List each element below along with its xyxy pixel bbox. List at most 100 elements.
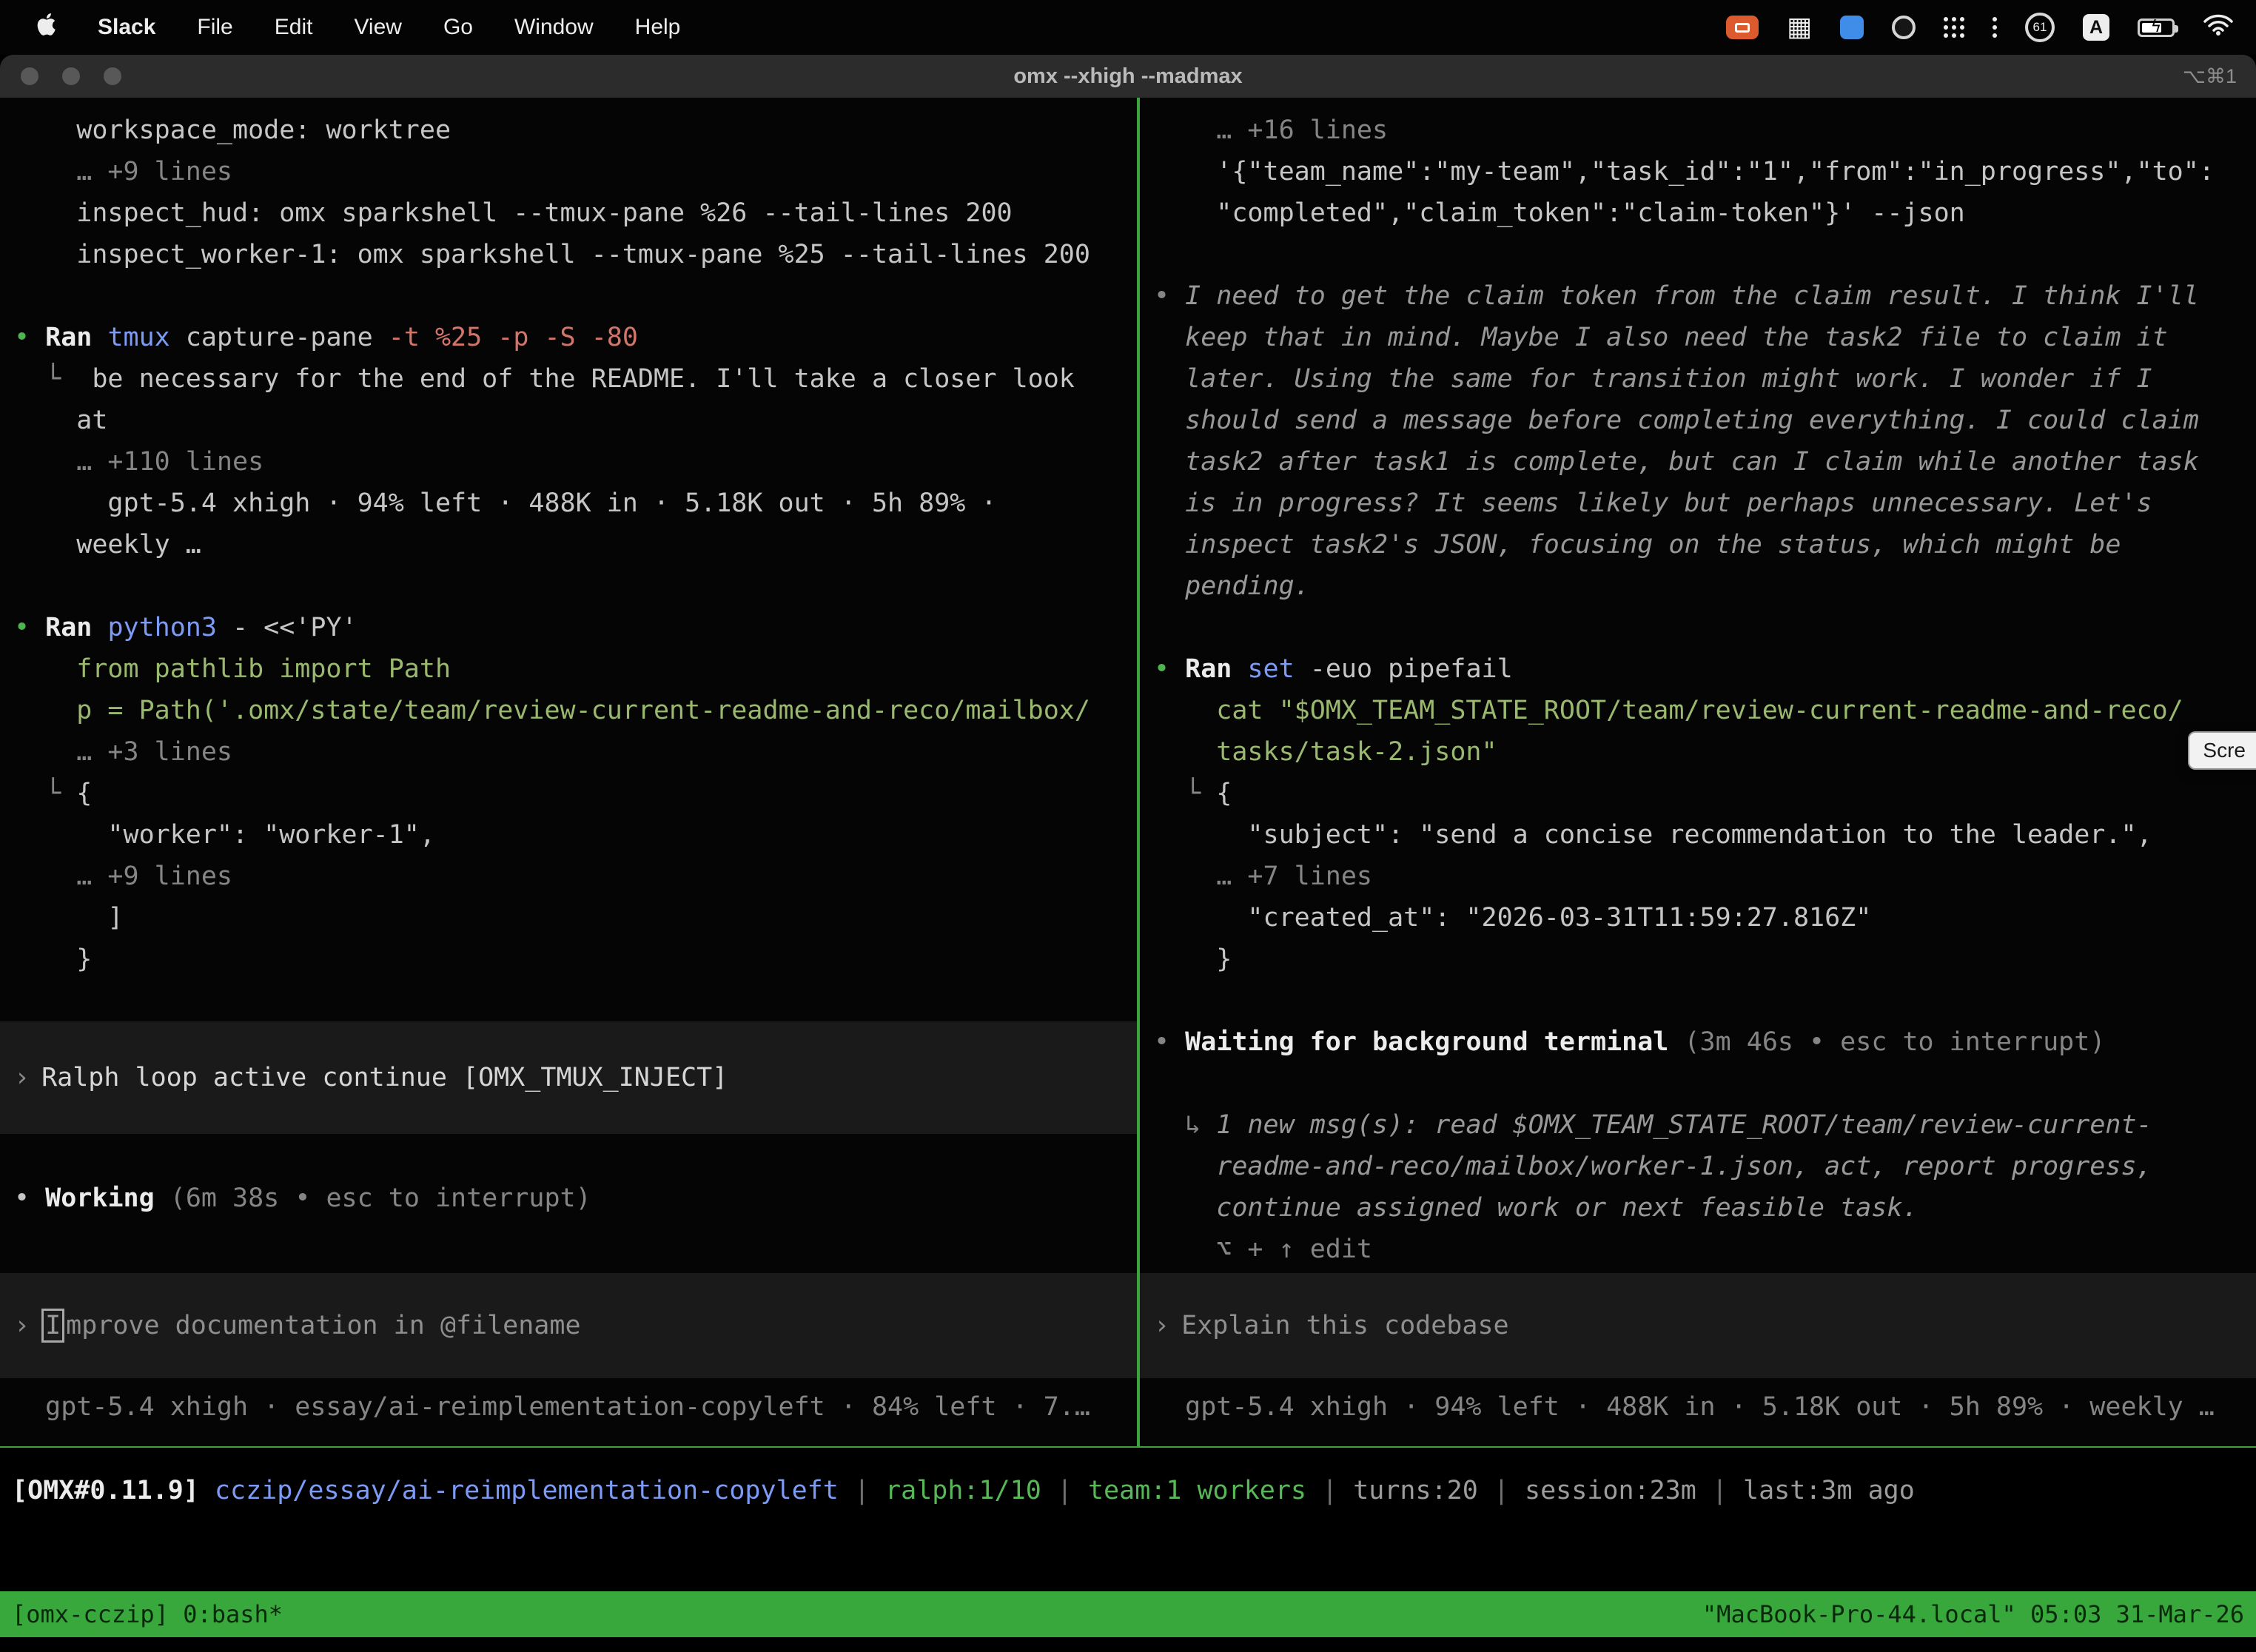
terminal-text-segment: ralph:1/10: [885, 1476, 1041, 1505]
terminal-text-segment: cczip/essay/ai-reimplementation-copyleft: [199, 1476, 839, 1505]
terminal-text-segment: turns:20: [1353, 1476, 1478, 1505]
terminal-line: '{"team_name":"my-team","task_id":"1","f…: [1140, 151, 2256, 192]
terminal-text-segment: cat "$OMX_TEAM_STATE_ROOT/team/review-cu…: [1154, 696, 2183, 725]
menu-edit[interactable]: Edit: [275, 15, 313, 40]
terminal-line: [1140, 1063, 2256, 1104]
terminal-text-segment: }: [1154, 944, 1232, 974]
terminal-text-segment: "subject": "send a concise recommendatio…: [1154, 820, 2152, 850]
terminal-line: [0, 565, 1137, 607]
ring-icon[interactable]: [1892, 16, 1916, 39]
apple-menu-icon[interactable]: [37, 13, 56, 42]
prompt-chevron-icon: ›: [14, 1063, 30, 1092]
menu-window[interactable]: Window: [514, 15, 594, 40]
terminal-line: … +16 lines: [1140, 110, 2256, 151]
menu-go[interactable]: Go: [443, 15, 473, 40]
blue-app-icon[interactable]: [1840, 16, 1864, 39]
terminal-text-segment: should send a message before completing …: [1154, 406, 2199, 435]
screen-overlay-button[interactable]: Scre: [2188, 731, 2256, 770]
terminal-line: inspect_hud: omx sparkshell --tmux-pane …: [0, 192, 1137, 234]
terminal-line: [0, 980, 1137, 1021]
terminal-text-segment: … +7 lines: [1154, 862, 1372, 891]
injected-prompt-text: Ralph loop active continue [OMX_TMUX_INJ…: [41, 1063, 728, 1092]
terminal-line: from pathlib import Path: [0, 648, 1137, 690]
terminal-text-segment: tasks/task-2.json": [1154, 737, 1497, 767]
model-hud-right: gpt-5.4 xhigh · 94% left · 488K in · 5.1…: [1140, 1386, 2256, 1428]
terminal-line: }: [1140, 939, 2256, 980]
battery-gauge-icon[interactable]: 61: [2025, 13, 2055, 42]
terminal-text-segment: -t %25 -p -S -80: [389, 323, 638, 352]
terminal-text-segment: |: [839, 1476, 885, 1505]
tmux-pane-left[interactable]: workspace_mode: worktree … +9 lines insp…: [0, 98, 1137, 1446]
terminal-text-segment: … +9 lines: [14, 862, 232, 891]
prompt-input-left[interactable]: › I mprove documentation in @filename: [0, 1273, 1137, 1378]
terminal-line: later. Using the same for transition mig…: [1140, 358, 2256, 400]
terminal-text-segment: … +110 lines: [14, 447, 263, 477]
terminal-line: • Ran tmux capture-pane -t %25 -p -S -80: [0, 317, 1137, 358]
terminal-text-segment: ]: [14, 903, 124, 933]
terminal-line: • Ran python3 - <<'PY': [0, 607, 1137, 648]
terminal-line: └ be necessary for the end of the README…: [0, 358, 1137, 400]
terminal-text-segment: Ran: [1185, 654, 1247, 684]
menu-bar-status-icons: ▦ 61 A ϟ: [1726, 13, 2256, 42]
terminal-text-segment: (3m 46s • esc to interrupt): [1668, 1027, 2105, 1057]
input-source-icon[interactable]: A: [2083, 14, 2109, 41]
terminal-text-segment: "completed","claim_token":"claim-token"}…: [1154, 198, 1965, 228]
terminal-line: task2 after task1 is complete, but can I…: [1140, 441, 2256, 483]
tmux-terminal: workspace_mode: worktree … +9 lines insp…: [0, 98, 2256, 1446]
prompt-chevron-icon: ›: [1154, 1311, 1169, 1340]
model-hud-left: gpt-5.4 xhigh · essay/ai-reimplementatio…: [0, 1386, 1137, 1428]
terminal-text-segment: •: [14, 1183, 45, 1213]
window-title-bar[interactable]: omx --xhigh --madmax ⌥⌘1: [0, 55, 2256, 98]
battery-nub: [2175, 25, 2178, 33]
terminal-text-segment: tmux: [107, 323, 169, 352]
terminal-line: ↳ 1 new msg(s): read $OMX_TEAM_STATE_ROO…: [1140, 1104, 2256, 1146]
terminal-line: [OMX#0.11.9] cczip/essay/ai-reimplementa…: [0, 1470, 2256, 1511]
active-app-name[interactable]: Slack: [98, 15, 155, 40]
charging-bolt-icon: ϟ: [2140, 18, 2172, 36]
terminal-text-segment: be necessary for the end of the README. …: [92, 364, 1075, 394]
minimize-button[interactable]: [62, 67, 80, 85]
terminal-text-segment: inspect_hud: omx sparkshell --tmux-pane …: [14, 198, 1013, 228]
terminal-line: [1140, 980, 2256, 1021]
terminal-line: pending.: [1140, 565, 2256, 607]
menu-view[interactable]: View: [354, 15, 401, 40]
terminal-text-segment: -euo pipefail: [1295, 654, 1513, 684]
terminal-text-segment: later. Using the same for transition mig…: [1154, 364, 2152, 394]
wifi-icon[interactable]: [2203, 13, 2234, 42]
tmux-pane-right[interactable]: … +16 lines '{"team_name":"my-team","tas…: [1140, 98, 2256, 1446]
menu-help[interactable]: Help: [635, 15, 681, 40]
dots-grid-icon[interactable]: [1944, 17, 1948, 21]
vertical-dots-icon[interactable]: [1993, 17, 1997, 21]
terminal-line: inspect_worker-1: omx sparkshell --tmux-…: [0, 234, 1137, 275]
terminal-line: gpt-5.4 xhigh · 94% left · 488K in · 5.1…: [0, 483, 1137, 524]
terminal-text-segment: from pathlib import Path: [14, 654, 451, 684]
terminal-text-segment: |: [1306, 1476, 1353, 1505]
terminal-text-segment: p = Path('.omx/state/team/review-current…: [14, 696, 1090, 725]
zoom-button[interactable]: [104, 67, 121, 85]
terminal-text-segment: at: [14, 406, 107, 435]
omx-hud-pane: [OMX#0.11.9] cczip/essay/ai-reimplementa…: [0, 1448, 2256, 1591]
terminal-text-segment: capture-pane: [170, 323, 389, 352]
terminal-text-segment: gpt-5.4 xhigh · 94% left · 488K in · 5.1…: [14, 488, 997, 518]
terminal-text-segment: └: [1154, 779, 1216, 808]
terminal-text-segment: ↳: [1154, 1110, 1216, 1140]
bottom-strip: [0, 1637, 2256, 1652]
prompt-input-right[interactable]: › Explain this codebase: [1140, 1273, 2256, 1378]
menu-file[interactable]: File: [197, 15, 232, 40]
battery-icon[interactable]: ϟ: [2138, 19, 2175, 37]
keyboard-grid-icon[interactable]: ▦: [1787, 14, 1812, 41]
right-scrollback: … +16 lines '{"team_name":"my-team","tas…: [1140, 110, 2256, 1270]
terminal-text-segment: └: [14, 364, 92, 394]
screen-recording-indicator[interactable]: [1726, 16, 1759, 39]
terminal-text-segment: last:3m ago: [1743, 1476, 1915, 1505]
terminal-text-segment: [OMX#0.11.9]: [12, 1476, 199, 1505]
terminal-text-segment: └: [14, 779, 76, 808]
terminal-text-segment: }: [14, 944, 92, 974]
injected-prompt-ralph[interactable]: › Ralph loop active continue [OMX_TMUX_I…: [0, 1021, 1137, 1134]
terminal-text-segment: |: [1696, 1476, 1743, 1505]
terminal-line: [0, 275, 1137, 317]
close-button[interactable]: [21, 67, 38, 85]
terminal-text-segment: team:1 workers: [1088, 1476, 1306, 1505]
terminal-text-segment: set: [1247, 654, 1294, 684]
terminal-text-segment: I need to get the claim token from the c…: [1185, 281, 2199, 311]
